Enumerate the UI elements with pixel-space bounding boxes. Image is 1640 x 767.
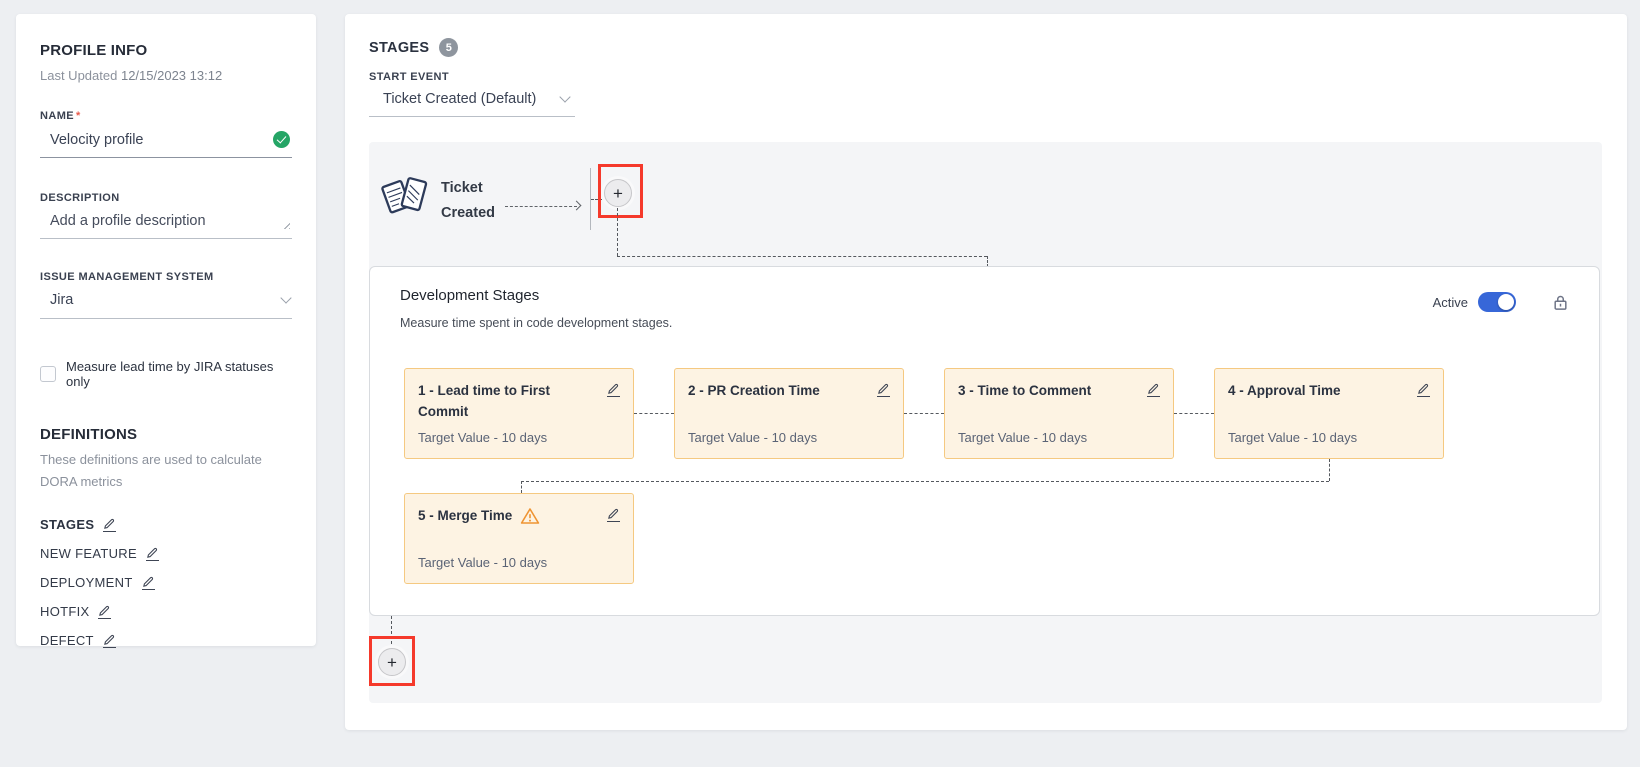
- ims-select-value: Jira: [50, 292, 73, 308]
- definition-defect: DEFECT: [40, 633, 292, 648]
- definitions-subtitle: These definitions are used to calculate …: [40, 449, 292, 493]
- start-event-select-value: Ticket Created (Default): [383, 91, 536, 107]
- stage-target-value: Target Value - 10 days: [1228, 430, 1430, 445]
- name-input[interactable]: Velocity profile: [40, 131, 292, 158]
- edit-icon[interactable]: [607, 382, 620, 397]
- chevron-down-icon: [559, 91, 570, 102]
- stages-heading-label: STAGES: [369, 40, 429, 56]
- profile-info-panel: PROFILE INFO Last Updated 12/15/2023 13:…: [16, 14, 316, 646]
- lead-time-checkbox-label: Measure lead time by JIRA statuses only: [66, 359, 292, 389]
- edit-icon[interactable]: [607, 507, 620, 522]
- stage-target-value: Target Value - 10 days: [958, 430, 1160, 445]
- edit-icon[interactable]: [98, 604, 111, 619]
- edit-icon[interactable]: [146, 546, 159, 561]
- required-asterisk: *: [76, 110, 81, 122]
- connector-line: [617, 256, 987, 257]
- edit-icon[interactable]: [142, 575, 155, 590]
- ticket-icon: [381, 170, 429, 229]
- profile-info-title: PROFILE INFO: [40, 42, 292, 59]
- description-placeholder: Add a profile description: [50, 213, 206, 229]
- stages-count-badge: 5: [439, 38, 458, 57]
- stage-title: 3 - Time to Comment: [958, 380, 1091, 401]
- active-label: Active: [1433, 295, 1468, 310]
- lead-time-checkbox[interactable]: [40, 366, 56, 382]
- stage-card-5[interactable]: 5 - Merge Time Target Value - 10 days: [404, 493, 634, 584]
- development-stages-subtitle: Measure time spent in code development s…: [400, 316, 672, 330]
- edit-icon[interactable]: [1147, 382, 1160, 397]
- connector-line: [1329, 459, 1330, 481]
- definitions-title: DEFINITIONS: [40, 426, 292, 443]
- stage-card-2[interactable]: 2 - PR Creation Time Target Value - 10 d…: [674, 368, 904, 459]
- description-input[interactable]: Add a profile description: [40, 213, 292, 239]
- add-stage-button-bottom[interactable]: +: [378, 648, 406, 676]
- connector-arrow: [505, 206, 577, 207]
- stages-canvas: Ticket Created + Development Stages Meas…: [369, 142, 1602, 703]
- name-input-value: Velocity profile: [50, 132, 144, 148]
- stage-title: 1 - Lead time to First Commit: [418, 380, 580, 422]
- stage-card-4[interactable]: 4 - Approval Time Target Value - 10 days: [1214, 368, 1444, 459]
- connector-line: [391, 616, 392, 649]
- arrow-head-icon: [572, 201, 582, 211]
- connector-line: [1174, 413, 1214, 414]
- connector-line: [591, 199, 606, 200]
- connector-line: [521, 481, 522, 493]
- add-stage-button[interactable]: +: [604, 179, 632, 207]
- connector-line: [634, 413, 674, 414]
- start-event-select[interactable]: Ticket Created (Default): [369, 91, 575, 117]
- ticket-created-node: Ticket Created: [441, 176, 495, 226]
- resize-grip-icon[interactable]: [282, 221, 290, 229]
- stage-target-value: Target Value - 10 days: [418, 555, 620, 570]
- connector-line: [904, 413, 944, 414]
- connector-line: [617, 208, 618, 256]
- edit-icon[interactable]: [1417, 382, 1430, 397]
- ims-select[interactable]: Jira: [40, 292, 292, 319]
- last-updated-label: Last Updated: [40, 68, 117, 83]
- last-updated-value: 12/15/2023 13:12: [121, 68, 222, 83]
- ims-label: ISSUE MANAGEMENT SYSTEM: [40, 271, 292, 283]
- edit-icon[interactable]: [103, 517, 116, 532]
- valid-check-icon: [273, 131, 290, 148]
- stages-heading: STAGES 5: [369, 38, 1603, 57]
- stages-panel: STAGES 5 START EVENT Ticket Created (Def…: [345, 14, 1627, 730]
- toggle-knob: [1498, 294, 1514, 310]
- edit-icon[interactable]: [103, 633, 116, 648]
- name-label: NAME*: [40, 110, 292, 122]
- edit-icon[interactable]: [877, 382, 890, 397]
- stage-title: 2 - PR Creation Time: [688, 380, 820, 401]
- connector-line: [521, 481, 1329, 482]
- stage-card-1[interactable]: 1 - Lead time to First Commit Target Val…: [404, 368, 634, 459]
- definition-hotfix: HOTFIX: [40, 604, 292, 619]
- stage-title: 4 - Approval Time: [1228, 380, 1341, 401]
- stage-target-value: Target Value - 10 days: [688, 430, 890, 445]
- panel-controls: Active: [1433, 292, 1569, 312]
- stage-target-value: Target Value - 10 days: [418, 430, 620, 445]
- definition-deployment: DEPLOYMENT: [40, 575, 292, 590]
- definition-stages: STAGES: [40, 517, 292, 532]
- chevron-down-icon: [280, 292, 291, 303]
- definition-new-feature: NEW FEATURE: [40, 546, 292, 561]
- start-event-label: START EVENT: [369, 71, 1603, 83]
- stage-title: 5 - Merge Time: [418, 505, 512, 526]
- description-label: DESCRIPTION: [40, 192, 292, 204]
- development-stages-panel: Development Stages Measure time spent in…: [369, 266, 1600, 616]
- last-updated: Last Updated 12/15/2023 13:12: [40, 65, 292, 86]
- lock-icon[interactable]: [1552, 294, 1569, 311]
- lead-time-checkbox-row: Measure lead time by JIRA statuses only: [40, 359, 292, 389]
- stage-card-3[interactable]: 3 - Time to Comment Target Value - 10 da…: [944, 368, 1174, 459]
- warning-icon: [520, 507, 540, 525]
- definitions-list: STAGES NEW FEATURE DEPLOYMENT HOTFIX DEF…: [40, 517, 292, 648]
- development-stages-title: Development Stages: [400, 287, 539, 304]
- active-toggle[interactable]: [1478, 292, 1516, 312]
